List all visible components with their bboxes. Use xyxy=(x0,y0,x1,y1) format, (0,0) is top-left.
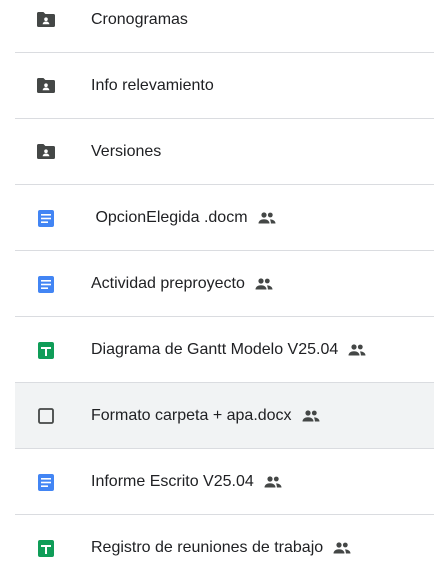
google-docs-icon xyxy=(36,472,56,492)
people-icon xyxy=(264,476,282,488)
google-docs-icon xyxy=(36,274,56,294)
people-icon xyxy=(348,344,366,356)
shared-folder-icon xyxy=(36,76,56,96)
google-sheets-icon xyxy=(36,538,56,558)
file-row[interactable]: Registro de reuniones de trabajo xyxy=(15,515,434,581)
shared-folder-icon xyxy=(36,10,56,30)
file-row-selected[interactable]: Formato carpeta + apa.docx xyxy=(15,383,434,449)
file-name: OpcionElegida .docm xyxy=(91,208,276,228)
file-row[interactable]: Informe Escrito V25.04 xyxy=(15,449,434,515)
google-docs-icon xyxy=(36,208,56,228)
google-sheets-icon xyxy=(36,340,56,360)
file-name: Registro de reuniones de trabajo xyxy=(91,538,351,558)
file-list: Cronogramas Info relevamiento Versiones … xyxy=(0,0,434,581)
people-icon xyxy=(258,212,276,224)
shared-folder-icon xyxy=(36,142,56,162)
people-icon xyxy=(255,278,273,290)
file-row[interactable]: Info relevamiento xyxy=(15,53,434,119)
file-name: Info relevamiento xyxy=(91,77,214,94)
file-name: Informe Escrito V25.04 xyxy=(91,472,282,492)
file-name: Diagrama de Gantt Modelo V25.04 xyxy=(91,340,366,360)
people-icon xyxy=(302,410,320,422)
file-row[interactable]: OpcionElegida .docm xyxy=(15,185,434,251)
file-row[interactable]: Diagrama de Gantt Modelo V25.04 xyxy=(15,317,434,383)
file-row[interactable]: Cronogramas xyxy=(15,0,434,53)
file-row[interactable]: Versiones xyxy=(15,119,434,185)
generic-file-icon xyxy=(36,406,56,426)
file-name: Cronogramas xyxy=(91,11,188,28)
file-name: Versiones xyxy=(91,143,162,160)
file-row[interactable]: Actividad preproyecto xyxy=(15,251,434,317)
people-icon xyxy=(333,542,351,554)
file-name: Formato carpeta + apa.docx xyxy=(91,406,320,426)
file-name: Actividad preproyecto xyxy=(91,274,273,294)
